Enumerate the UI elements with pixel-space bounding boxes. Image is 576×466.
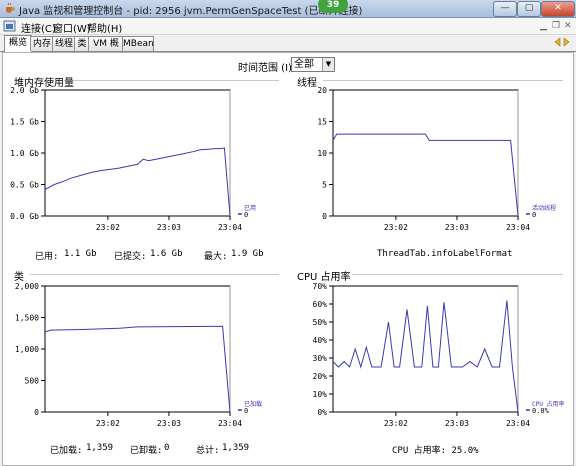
menu-help[interactable]: 帮助(H) (87, 20, 122, 35)
x-tick-label: 23:02 (96, 223, 120, 232)
java-coffee-icon (6, 2, 15, 13)
menu-bar: 连接(C) 窗口(W) 帮助(H) ▁ ❐ ✕ (0, 18, 576, 35)
y-tick-label: 0.0 Gb (10, 212, 39, 221)
heap-used-value: 1.1 Gb (64, 249, 97, 259)
heap-used-label: 已用: (35, 252, 59, 262)
y-tick-label: 0 (322, 212, 327, 221)
threads-panel-border (323, 80, 563, 81)
y-tick-label: 30% (313, 354, 328, 363)
window-title: Java 监视和管理控制台 - pid: 2956 jvm.PermGenSpa… (19, 6, 363, 17)
heap-committed-value: 1.6 Gb (150, 249, 183, 259)
y-tick-label: 500 (25, 377, 40, 386)
classes-panel-border (30, 274, 279, 275)
x-tick-label: 23:03 (445, 419, 469, 428)
cpu-chart: 70%60%50%40%30%20%10%0%23:02 23:03 23:04CP… (313, 282, 565, 428)
y-tick-label: 0.5 Gb (10, 181, 39, 190)
chevron-down-icon[interactable]: ▼ (322, 58, 334, 71)
tab-memory[interactable]: 内存 (30, 36, 54, 51)
plot-frame (44, 285, 231, 413)
x-tick-label: 23:03 (157, 223, 181, 232)
notification-badge: 39 (318, 0, 348, 13)
time-range-select[interactable]: 全部 ▼ (291, 57, 335, 72)
time-range-value: 全部 (294, 59, 314, 70)
classes-unloaded-value: 0 (164, 443, 170, 453)
y-tick-label: 50% (313, 318, 328, 327)
legend-value: 0 (532, 211, 536, 219)
heap-chart: 2.0 Gb 1.5 Gb 1.0 Gb 0.5 Gb 0.0 Gb 23:02 23:03… (10, 86, 256, 232)
inner-restore-icon[interactable]: ❐ (552, 21, 560, 31)
y-tick-label: 20 (317, 86, 327, 95)
y-tick-label: 70% (313, 282, 328, 291)
y-tick-label: 60% (313, 300, 328, 309)
legend-value: 0.0% (532, 407, 550, 415)
x-tick-label: 23:02 (384, 223, 408, 232)
y-tick-label: 15 (317, 118, 327, 127)
classes-chart: 2,0001,5001,000500023:02 23:03 23:04已加载0 (15, 282, 262, 428)
cpu-usage-label: CPU 占用率: 25.0% (392, 446, 479, 456)
title-bar: Java 监视和管理控制台 - pid: 2956 jvm.PermGenSpa… (0, 0, 576, 18)
tab-mbean[interactable]: MBean (122, 36, 154, 51)
maximize-button[interactable]: ▢ (517, 1, 541, 17)
plot-frame (44, 89, 231, 217)
classes-loaded-label: 已加载: (50, 446, 83, 456)
menu-connect[interactable]: 连接(C) (21, 20, 56, 35)
threads-chart: 2015105023:02 23:03 23:04活动线程0 (317, 86, 556, 232)
time-range-label: 时间范围 (I): (238, 63, 296, 74)
heap-committed-label: 已提交: (114, 252, 147, 262)
classes-total-value: 1,359 (222, 443, 250, 453)
y-tick-label: 0 (34, 408, 39, 417)
y-tick-label: 1,500 (15, 314, 39, 323)
y-tick-label: 1,000 (15, 345, 39, 354)
close-button[interactable]: ✕ (541, 1, 575, 17)
x-tick-label: 23:02 (384, 419, 408, 428)
y-tick-label: 20% (313, 372, 328, 381)
y-tick-label: 10% (313, 390, 328, 399)
app-menu-icon[interactable] (3, 20, 16, 32)
classes-loaded-value: 1,359 (86, 443, 114, 453)
inner-minimize-icon[interactable]: ▁ (540, 21, 547, 31)
x-tick-label: 23:04 (218, 223, 242, 232)
tab-vm-summary[interactable]: VM 概要 (88, 36, 124, 63)
y-tick-label: 2.0 Gb (10, 86, 39, 95)
legend-value: 0 (244, 407, 248, 415)
plot-frame (332, 89, 519, 217)
tab-bar: 概览 内存 线程 类 VM 概要 MBean (0, 35, 576, 63)
disconnect-icon[interactable] (554, 36, 570, 48)
x-tick-label: 23:03 (445, 223, 469, 232)
y-tick-label: 5 (322, 181, 327, 190)
x-tick-label: 23:03 (157, 419, 181, 428)
tab-threads[interactable]: 线程 (52, 36, 76, 51)
y-tick-label: 1.0 Gb (10, 149, 39, 158)
heap-max-label: 最大: (204, 252, 228, 262)
y-tick-label: 1.5 Gb (10, 118, 39, 127)
x-tick-label: 23:04 (218, 419, 242, 428)
tab-overview[interactable]: 概览 (4, 35, 32, 52)
y-tick-label: 40% (313, 336, 328, 345)
classes-total-label: 总计: (196, 446, 220, 456)
x-tick-label: 23:04 (506, 419, 530, 428)
heap-max-value: 1.9 Gb (231, 249, 264, 259)
minimize-button[interactable]: — (493, 1, 517, 17)
x-tick-label: 23:04 (506, 223, 530, 232)
cpu-panel-border (352, 274, 563, 275)
plot-frame (332, 285, 519, 413)
y-tick-label: 10 (317, 149, 327, 158)
threads-info-label: ThreadTab.infoLabelFormat (377, 249, 513, 259)
x-tick-label: 23:02 (96, 419, 120, 428)
menu-window[interactable]: 窗口(W) (53, 20, 91, 35)
heap-panel-border (74, 80, 279, 81)
classes-unloaded-label: 已卸载: (130, 446, 163, 456)
inner-close-icon[interactable]: ✕ (564, 21, 572, 31)
legend-value: 0 (244, 211, 248, 219)
y-tick-label: 0% (317, 408, 327, 417)
y-tick-label: 2,000 (15, 282, 39, 291)
